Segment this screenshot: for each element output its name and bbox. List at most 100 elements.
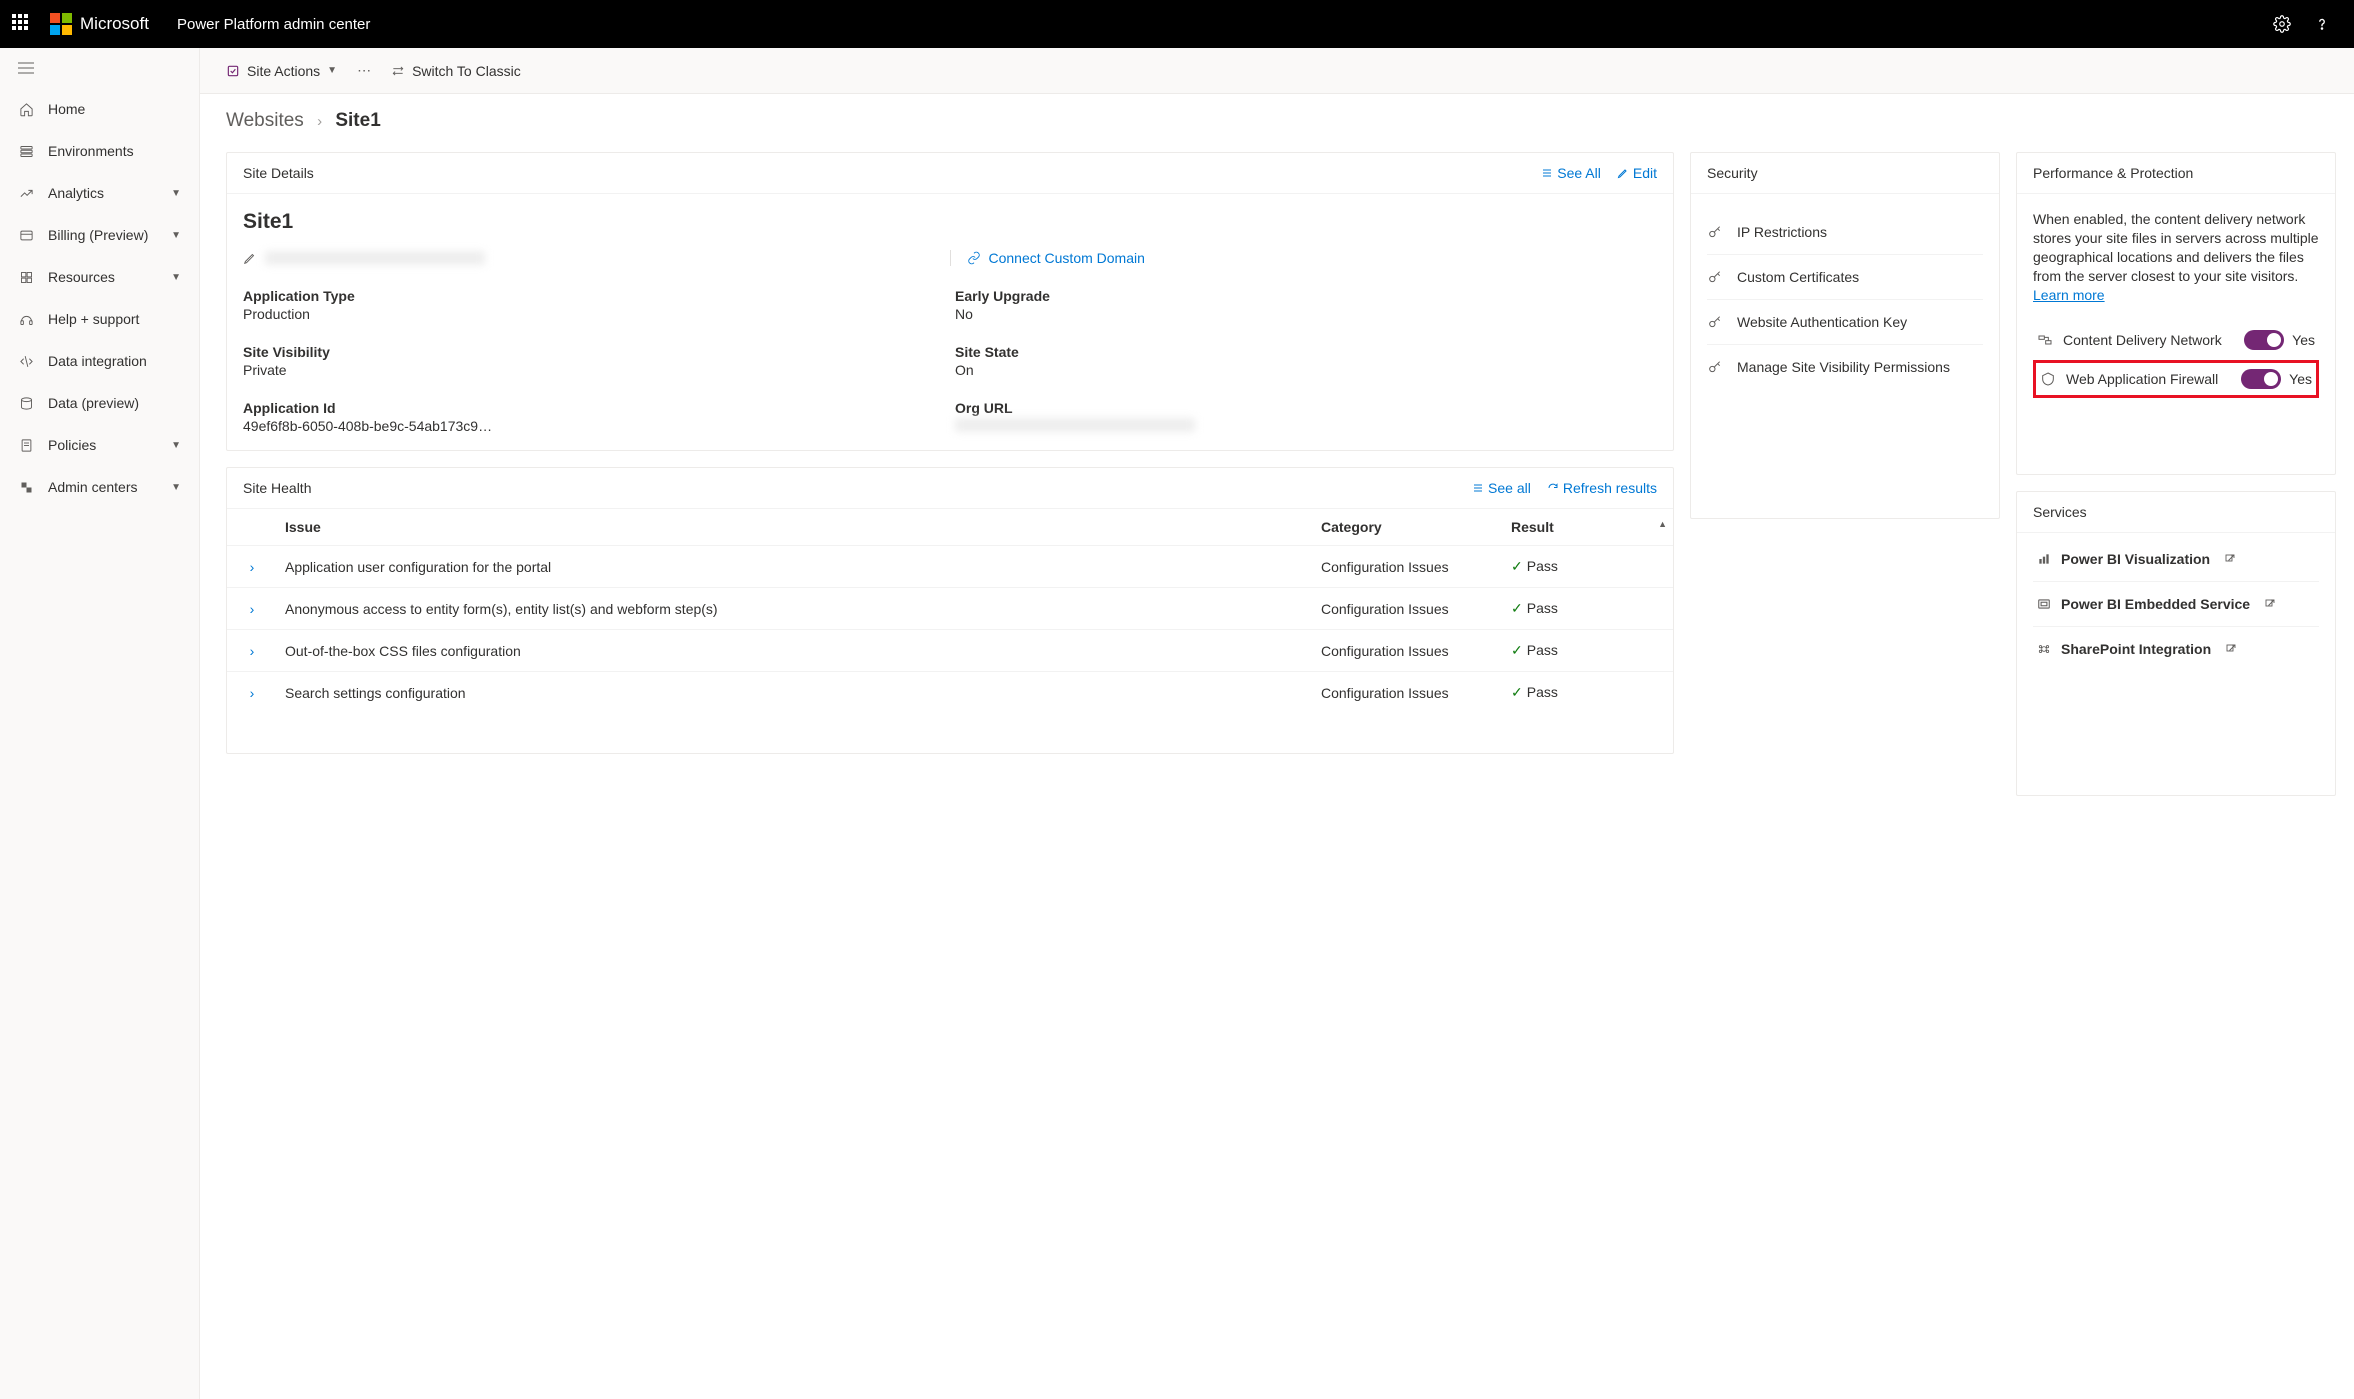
org-url-label: Org URL bbox=[955, 400, 1657, 416]
service-label: Power BI Visualization bbox=[2061, 551, 2210, 567]
waf-label: Web Application Firewall bbox=[2066, 371, 2218, 387]
connect-custom-domain-button[interactable]: Connect Custom Domain bbox=[950, 250, 1658, 266]
col-category[interactable]: Category bbox=[1313, 509, 1503, 546]
home-icon bbox=[18, 102, 34, 117]
early-upgrade-value: No bbox=[955, 306, 1657, 322]
col-result[interactable]: Result▲ bbox=[1503, 509, 1673, 546]
data-icon bbox=[18, 396, 34, 411]
result-cell: ✓Pass bbox=[1503, 630, 1673, 672]
card-title: Site Details bbox=[243, 165, 314, 181]
sidebar-item-environments[interactable]: Environments bbox=[0, 130, 199, 172]
sidebar-item-analytics[interactable]: Analytics ▼ bbox=[0, 172, 199, 214]
sidebar-item-data-integration[interactable]: Data integration bbox=[0, 340, 199, 382]
sidebar-item-label: Policies bbox=[48, 437, 96, 453]
key-icon bbox=[1707, 359, 1723, 375]
see-all-button[interactable]: See All bbox=[1541, 165, 1601, 181]
result-cell: ✓Pass bbox=[1503, 672, 1673, 714]
expand-row-icon[interactable]: › bbox=[227, 672, 277, 714]
check-icon: ✓ bbox=[1511, 642, 1523, 658]
resources-icon bbox=[18, 270, 34, 285]
see-all-button[interactable]: See all bbox=[1472, 480, 1531, 496]
app-id-label: Application Id bbox=[243, 400, 945, 416]
card-title: Services bbox=[2033, 504, 2087, 520]
expand-row-icon[interactable]: › bbox=[227, 630, 277, 672]
overflow-button[interactable]: ⋯ bbox=[357, 62, 371, 79]
site-health-card: Site Health See all Refresh results bbox=[226, 467, 1674, 754]
site-actions-button[interactable]: Site Actions ▼ bbox=[226, 63, 337, 79]
issue-cell: Anonymous access to entity form(s), enti… bbox=[277, 588, 1313, 630]
result-cell: ✓Pass bbox=[1503, 588, 1673, 630]
site-state-value: On bbox=[955, 362, 1657, 378]
site-name: Site1 bbox=[243, 210, 1657, 234]
chevron-down-icon: ▼ bbox=[171, 188, 181, 199]
app-launcher-icon[interactable] bbox=[12, 14, 32, 34]
service-item[interactable]: Power BI Embedded Service bbox=[2033, 582, 2319, 627]
sidebar-item-resources[interactable]: Resources ▼ bbox=[0, 256, 199, 298]
category-cell: Configuration Issues bbox=[1313, 546, 1503, 588]
cdn-state: Yes bbox=[2292, 332, 2315, 348]
category-cell: Configuration Issues bbox=[1313, 588, 1503, 630]
sidebar-item-admin-centers[interactable]: Admin centers ▼ bbox=[0, 466, 199, 508]
breadcrumb-root[interactable]: Websites bbox=[226, 110, 304, 131]
security-card: Security IP Restrictions Custom Certifica… bbox=[1690, 152, 2000, 519]
security-item-label: Website Authentication Key bbox=[1737, 314, 1907, 330]
sidebar-item-data-preview[interactable]: Data (preview) bbox=[0, 382, 199, 424]
sidebar: Home Environments Analytics ▼ Billing (P… bbox=[0, 48, 200, 1399]
sidebar-item-policies[interactable]: Policies ▼ bbox=[0, 424, 199, 466]
chevron-down-icon: ▼ bbox=[171, 440, 181, 451]
billing-icon bbox=[18, 228, 34, 243]
learn-more-link[interactable]: Learn more bbox=[2033, 287, 2105, 303]
security-item[interactable]: Manage Site Visibility Permissions bbox=[1707, 345, 1983, 389]
switch-classic-label: Switch To Classic bbox=[412, 63, 521, 79]
col-issue[interactable]: Issue bbox=[277, 509, 1313, 546]
open-external-icon bbox=[2225, 643, 2237, 655]
service-item[interactable]: SharePoint Integration bbox=[2033, 627, 2319, 671]
switch-to-classic-button[interactable]: Switch To Classic bbox=[391, 63, 521, 79]
table-row: ›Anonymous access to entity form(s), ent… bbox=[227, 588, 1673, 630]
card-title: Security bbox=[1707, 165, 1758, 181]
category-cell: Configuration Issues bbox=[1313, 630, 1503, 672]
app-type-value: Production bbox=[243, 306, 945, 322]
card-title: Performance & Protection bbox=[2033, 165, 2193, 181]
sidebar-item-home[interactable]: Home bbox=[0, 88, 199, 130]
top-bar: Microsoft Power Platform admin center bbox=[0, 0, 2354, 48]
edit-button[interactable]: Edit bbox=[1617, 165, 1657, 181]
sidebar-item-label: Resources bbox=[48, 269, 115, 285]
cdn-toggle[interactable] bbox=[2244, 330, 2284, 350]
security-item-label: Custom Certificates bbox=[1737, 269, 1859, 285]
sidebar-item-label: Analytics bbox=[48, 185, 104, 201]
sidebar-item-billing[interactable]: Billing (Preview) ▼ bbox=[0, 214, 199, 256]
issue-cell: Search settings configuration bbox=[277, 672, 1313, 714]
chevron-down-icon: ▼ bbox=[171, 482, 181, 493]
policies-icon bbox=[18, 438, 34, 453]
site-details-card: Site Details See All Edit bbox=[226, 152, 1674, 451]
firewall-icon bbox=[2040, 371, 2056, 387]
sidebar-item-label: Admin centers bbox=[48, 479, 137, 495]
early-upgrade-label: Early Upgrade bbox=[955, 288, 1657, 304]
admin-centers-icon bbox=[18, 480, 34, 495]
sidebar-item-help[interactable]: Help + support bbox=[0, 298, 199, 340]
app-title: Power Platform admin center bbox=[177, 16, 370, 33]
site-url-field[interactable] bbox=[243, 250, 934, 266]
environments-icon bbox=[18, 144, 34, 159]
microsoft-logo: Microsoft bbox=[50, 13, 149, 35]
waf-toggle[interactable] bbox=[2241, 369, 2281, 389]
nav-toggle-icon[interactable] bbox=[0, 48, 199, 88]
site-state-label: Site State bbox=[955, 344, 1657, 360]
settings-icon[interactable] bbox=[2262, 4, 2302, 44]
table-row: ›Application user configuration for the … bbox=[227, 546, 1673, 588]
security-item[interactable]: Website Authentication Key bbox=[1707, 300, 1983, 345]
refresh-button[interactable]: Refresh results bbox=[1547, 480, 1657, 496]
expand-row-icon[interactable]: › bbox=[227, 546, 277, 588]
service-label: SharePoint Integration bbox=[2061, 641, 2211, 657]
help-icon[interactable] bbox=[2302, 4, 2342, 44]
check-icon: ✓ bbox=[1511, 558, 1523, 574]
service-icon bbox=[2037, 597, 2051, 611]
security-item[interactable]: IP Restrictions bbox=[1707, 210, 1983, 255]
table-row: ›Out-of-the-box CSS files configurationC… bbox=[227, 630, 1673, 672]
security-item-label: Manage Site Visibility Permissions bbox=[1737, 359, 1950, 375]
key-icon bbox=[1707, 224, 1723, 240]
service-item[interactable]: Power BI Visualization bbox=[2033, 537, 2319, 582]
security-item[interactable]: Custom Certificates bbox=[1707, 255, 1983, 300]
expand-row-icon[interactable]: › bbox=[227, 588, 277, 630]
